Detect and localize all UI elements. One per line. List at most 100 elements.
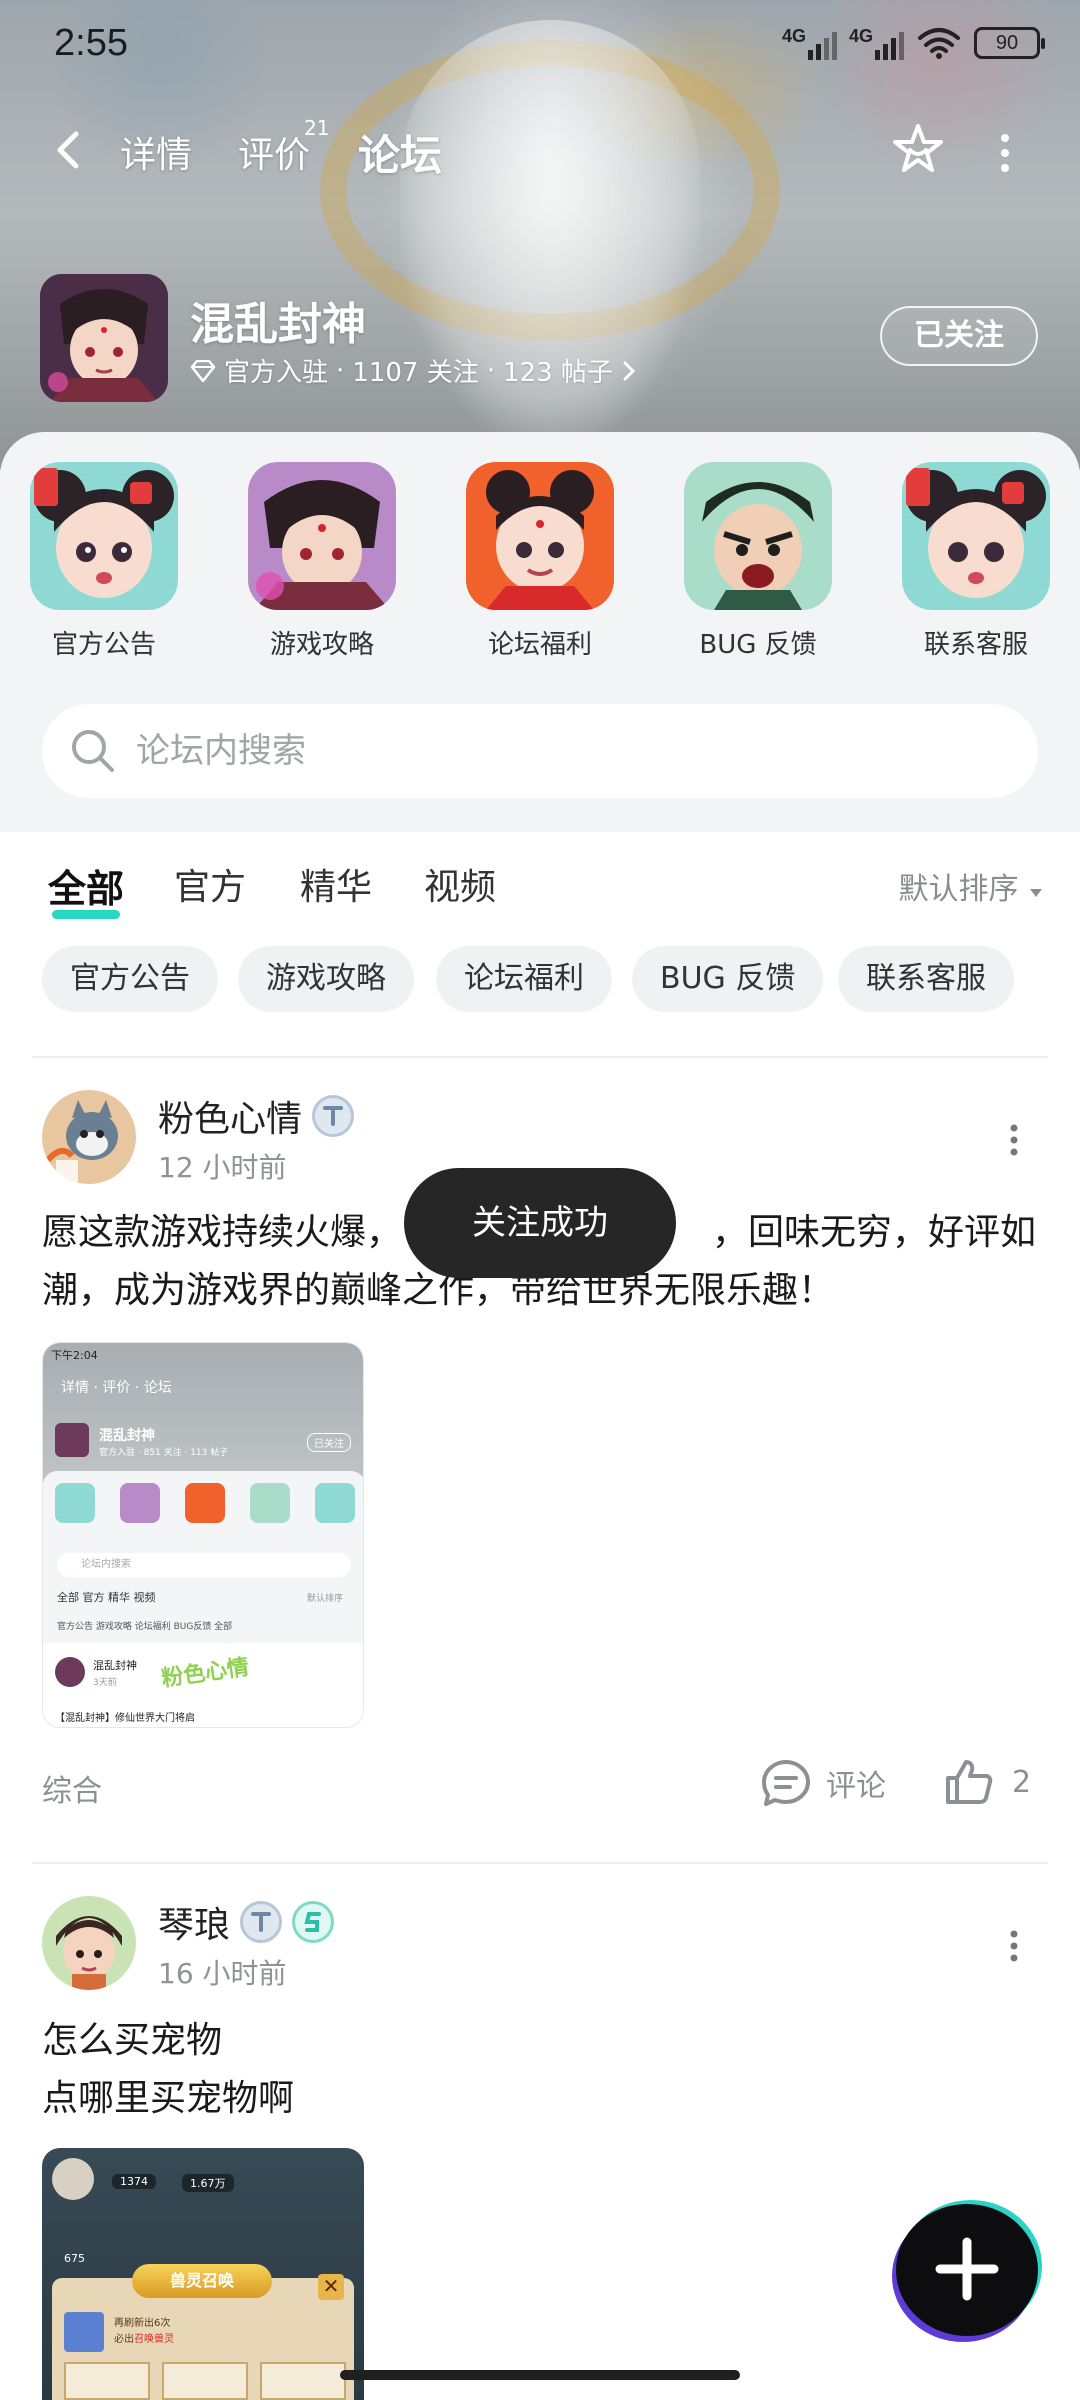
avatar[interactable]: [42, 1896, 136, 1990]
search-input[interactable]: [136, 704, 996, 798]
filter-tab-all[interactable]: 全部: [48, 858, 124, 919]
post-image[interactable]: 1374 1.67万 675 兽灵召唤 ✕ 再刷新出6次 必出召唤兽灵: [42, 2148, 364, 2400]
game-screenshot-thumbnail: 1374 1.67万 675 兽灵召唤 ✕ 再刷新出6次 必出召唤兽灵: [42, 2148, 364, 2400]
sort-dropdown[interactable]: 默认排序: [898, 864, 1044, 908]
post-image[interactable]: 下午2:04 详情 · 评价 · 论坛 混乱封神 官方入驻 · 851 关注 ·…: [42, 1342, 364, 1728]
post-time: 16 小时前: [158, 1957, 287, 1990]
thumb-post-title: 【混乱封神】修仙世界大门将启: [55, 1713, 195, 1724]
tab-details[interactable]: 详情: [120, 126, 192, 178]
close-icon: ✕: [318, 2274, 344, 2300]
review-count-badge: 21: [304, 116, 330, 140]
more-options-icon[interactable]: [990, 128, 1020, 178]
comment-button[interactable]: 评论: [760, 1758, 886, 1808]
thumb-highlight: 召唤兽灵: [134, 2334, 174, 2345]
status-bar: 2:55 4G 4G 90: [0, 0, 1080, 92]
post-text-part: ，回味无穷，好评如: [711, 1212, 1036, 1253]
post-card[interactable]: 琴琅 16 小时前 怎么买宠物 点哪里买宠物啊 1374 1.67万 675 兽…: [0, 1896, 1080, 2400]
divider: [32, 1056, 1048, 1058]
chip-guides[interactable]: 游戏攻略: [238, 946, 414, 1012]
thumb-tabs: 全部 官方 精华 视频: [57, 1591, 156, 1604]
game-meta[interactable]: 官方入驻 · 1107 关注 · 123 帖子: [190, 352, 637, 389]
shortcut-label: 论坛福利: [487, 630, 592, 660]
post-more-icon[interactable]: [1002, 1120, 1026, 1160]
screenshot-thumbnail: 下午2:04 详情 · 评价 · 论坛 混乱封神 官方入驻 · 851 关注 ·…: [43, 1343, 363, 1727]
chip-announcements[interactable]: 官方公告: [42, 946, 218, 1012]
shortcut-label: 联系客服: [923, 630, 1028, 660]
achievement-badge-icon: [292, 1901, 335, 1943]
chip-customer-service[interactable]: 联系客服: [838, 946, 1014, 1012]
thumb-post-time: 3天前: [93, 1678, 117, 1688]
game-title: 混乱封神: [190, 299, 366, 350]
follow-button[interactable]: 已关注: [880, 306, 1038, 366]
thumb-post-author: 混乱封神: [93, 1659, 137, 1672]
thumb-desc2-text: 必出: [114, 2334, 134, 2345]
shortcut-label: 游戏攻略: [269, 630, 374, 660]
avatar[interactable]: [42, 1090, 136, 1184]
post-text-part: 愿这款游戏持续火爆，: [42, 1212, 403, 1253]
forum-search-bar[interactable]: [42, 704, 1038, 798]
thumb-search: 论坛内搜索: [57, 1553, 351, 1577]
meta-separator: ·: [486, 355, 495, 386]
thumb-meta: 官方入驻 · 851 关注 · 113 帖子: [99, 1448, 229, 1458]
shortcut-label: 官方公告: [51, 630, 156, 660]
thumb-card: [64, 2362, 150, 2400]
status-icons: 4G 4G 90: [782, 26, 1045, 60]
comment-label: 评论: [826, 1769, 886, 1804]
shortcut-customer-service[interactable]: 联系客服: [896, 462, 1056, 661]
posts-count: 123 帖子: [502, 358, 613, 388]
diamond-icon: [190, 359, 216, 382]
shortcut-announcements[interactable]: 官方公告: [24, 462, 184, 661]
tab-reviews[interactable]: 评价: [238, 126, 310, 178]
back-arrow-icon[interactable]: [48, 128, 92, 172]
battery-icon: 90: [974, 27, 1045, 59]
network-type-2: 4G: [849, 26, 874, 46]
signal-icon-2: 4G: [849, 26, 904, 60]
thumb-avatar: [52, 2158, 94, 2200]
tab-forum[interactable]: 论坛: [353, 122, 447, 187]
thumb-sc: [120, 1483, 160, 1523]
filter-tab-official[interactable]: 官方: [174, 858, 246, 910]
thumb-game: 混乱封神: [99, 1428, 155, 1444]
thumb-sort: 默认排序: [307, 1594, 344, 1604]
category-chips: 官方公告 游戏攻略 论坛福利 BUG 反馈 联系客服: [0, 946, 1080, 1014]
chip-bug-report[interactable]: BUG 反馈: [632, 946, 824, 1012]
author-name: 琴琅: [158, 1905, 231, 1946]
filter-tab-featured[interactable]: 精华: [300, 858, 372, 910]
post-content: 怎么买宠物 点哪里买宠物啊: [42, 2012, 1042, 2128]
post-author[interactable]: 琴琅: [158, 1896, 335, 1948]
thumb-desc2: 必出召唤兽灵: [114, 2330, 174, 2345]
shortcut-label: BUG 反馈: [699, 630, 817, 660]
shortcut-guides[interactable]: 游戏攻略: [242, 462, 402, 661]
thumb-chips: 官方公告 游戏攻略 论坛福利 BUG反馈 全部: [57, 1622, 233, 1632]
thumb-card: [162, 2362, 248, 2400]
filter-tab-video[interactable]: 视频: [424, 858, 496, 910]
signal-icon: 4G: [782, 26, 837, 60]
thumbs-up-icon: [946, 1760, 993, 1804]
thumb-stat1: 1374: [112, 2174, 156, 2189]
thumb-sc: [55, 1483, 95, 1523]
shortcut-bug-report[interactable]: BUG 反馈: [678, 462, 838, 661]
boy-character-icon: [466, 462, 614, 610]
like-button[interactable]: 2: [944, 1758, 1031, 1806]
post-author[interactable]: 粉色心情: [158, 1090, 355, 1142]
thumb-shortcuts: [55, 1483, 355, 1529]
shortcut-benefits[interactable]: 论坛福利: [460, 462, 620, 661]
post-line: 怎么买宠物: [42, 2020, 223, 2061]
create-post-button[interactable]: [896, 2204, 1038, 2336]
post-footer: 综合 评论 2: [0, 1754, 1080, 1814]
game-icon[interactable]: [40, 274, 168, 402]
post-category[interactable]: 综合: [42, 1766, 102, 1810]
thumb-sc: [185, 1483, 225, 1523]
home-indicator[interactable]: [340, 2370, 740, 2380]
girl-character-icon: [902, 462, 1050, 610]
official-label: 官方入驻: [224, 358, 329, 388]
plus-icon: [935, 2237, 999, 2301]
meta-separator: ·: [336, 355, 345, 386]
favorite-star-icon[interactable]: [888, 120, 948, 180]
top-nav: 详情 评价 21 论坛: [0, 110, 1080, 190]
wifi-icon: [918, 28, 960, 59]
post-more-icon[interactable]: [1002, 1926, 1026, 1966]
thumb-time: 下午2:04: [51, 1349, 98, 1362]
thumb-sc: [250, 1483, 290, 1523]
chip-benefits[interactable]: 论坛福利: [436, 946, 612, 1012]
